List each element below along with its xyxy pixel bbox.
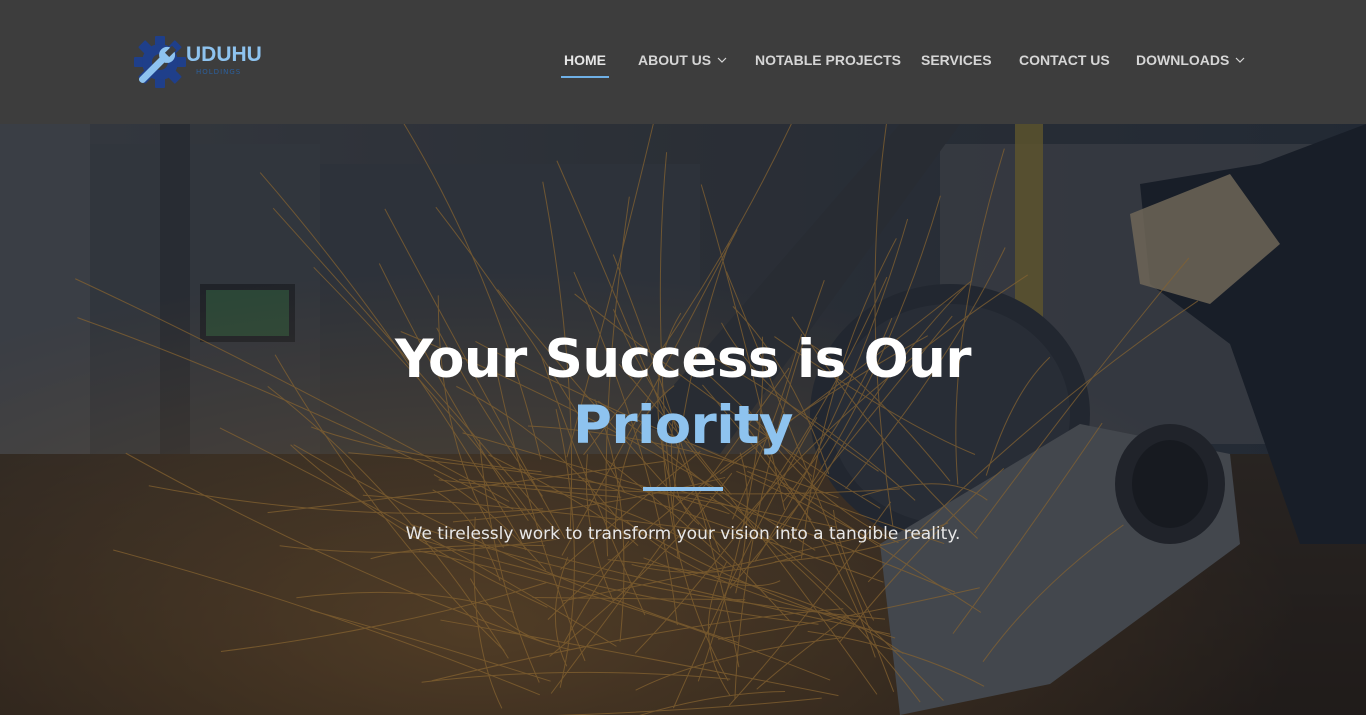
hero-divider <box>643 487 723 491</box>
nav-item-downloads[interactable]: DOWNLOADS <box>1136 52 1245 78</box>
nav-item-services[interactable]: SERVICES <box>921 52 992 78</box>
hero-section: Your Success is Our Priority We tireless… <box>0 124 1366 715</box>
main-nav: HOME ABOUT US NOTABLE PROJECTS SERVICES … <box>0 0 1366 124</box>
nav-item-label: SERVICES <box>921 52 992 68</box>
hero-title-line: Your Success is Our <box>394 329 972 390</box>
nav-item-notable-projects[interactable]: NOTABLE PROJECTS <box>755 52 901 78</box>
site-header: UDUHU HOLDINGS HOME ABOUT US NOTABLE PRO… <box>0 0 1366 124</box>
nav-item-label: HOME <box>564 52 606 68</box>
hero-title: Your Success is Our Priority <box>0 327 1366 459</box>
nav-item-contact-us[interactable]: CONTACT US <box>1019 52 1110 78</box>
chevron-down-icon <box>1235 57 1245 63</box>
nav-item-home[interactable]: HOME <box>561 52 609 78</box>
nav-item-about-us[interactable]: ABOUT US <box>638 52 727 78</box>
nav-item-label: CONTACT US <box>1019 52 1110 68</box>
chevron-down-icon <box>717 57 727 63</box>
nav-item-label: ABOUT US <box>638 52 712 68</box>
hero-title-accent: Priority <box>573 395 793 456</box>
hero-subtitle: We tirelessly work to transform your vis… <box>405 524 961 544</box>
nav-item-label: DOWNLOADS <box>1136 52 1230 68</box>
nav-item-label: NOTABLE PROJECTS <box>755 52 901 68</box>
